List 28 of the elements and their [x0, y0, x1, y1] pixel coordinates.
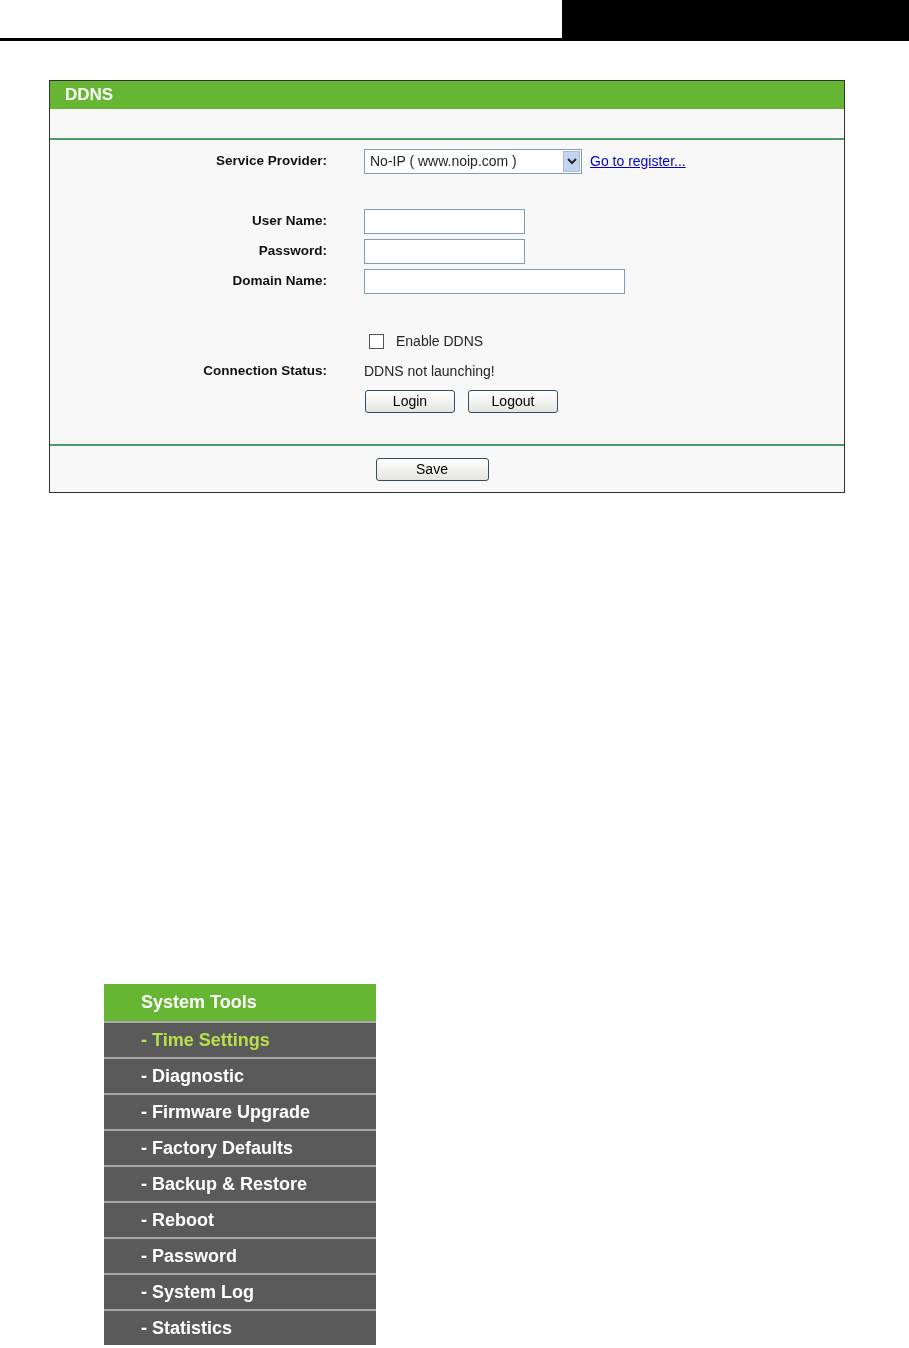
- checkbox[interactable]: [369, 333, 384, 349]
- menu-item[interactable]: - Statistics: [104, 1311, 376, 1345]
- field-label: Service Provider:: [214, 151, 327, 170]
- register-link[interactable]: Go to register...: [590, 150, 686, 172]
- action-button[interactable]: Login: [365, 389, 455, 413]
- menu-item[interactable]: - Password: [104, 1239, 376, 1273]
- menu-item[interactable]: - Reboot: [104, 1203, 376, 1237]
- menu-item[interactable]: - Diagnostic: [104, 1059, 376, 1093]
- checkbox-label: Enable DDNS: [396, 331, 484, 351]
- input-field[interactable]: [364, 208, 525, 234]
- menu-item[interactable]: - Time Settings: [104, 1023, 376, 1057]
- panel-title: DDNS: [50, 81, 844, 109]
- field-label: Domain Name:: [231, 271, 327, 290]
- select-value: No-IP ( www.noip.com ): [370, 151, 517, 171]
- save-button[interactable]: Save: [375, 457, 489, 481]
- action-button[interactable]: Logout: [468, 389, 558, 413]
- password-field[interactable]: [364, 238, 525, 264]
- menu-item[interactable]: - System Log: [104, 1275, 376, 1309]
- menu-header: System Tools: [104, 984, 376, 1021]
- field-label: Password:: [257, 241, 327, 260]
- field-label: Connection Status:: [202, 361, 327, 380]
- input-field[interactable]: [364, 268, 625, 294]
- menu-item[interactable]: - Factory Defaults: [104, 1131, 376, 1165]
- provider-select[interactable]: No-IP ( www.noip.com ): [364, 148, 582, 174]
- menu-item[interactable]: - Backup & Restore: [104, 1167, 376, 1201]
- field-label: User Name:: [250, 211, 327, 230]
- status-text: DDNS not launching!: [364, 361, 495, 381]
- menu-item[interactable]: - Firmware Upgrade: [104, 1095, 376, 1129]
